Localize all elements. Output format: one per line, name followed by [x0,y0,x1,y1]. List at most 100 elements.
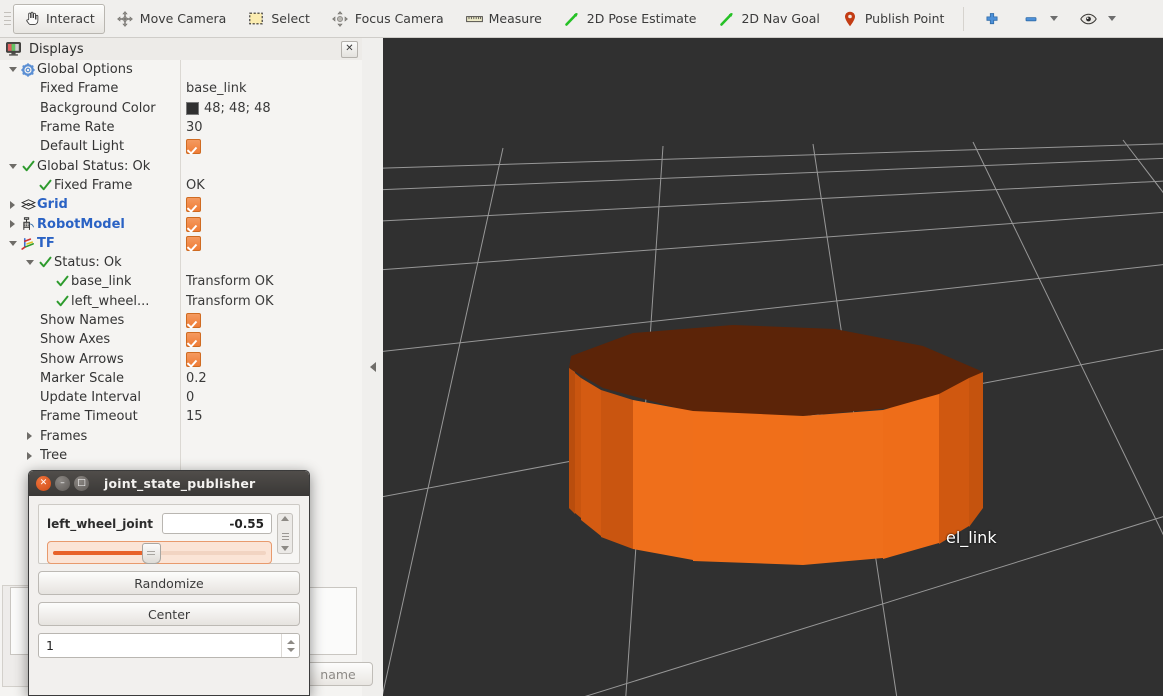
displays-tree-row[interactable]: TF [0,234,362,253]
joint-slider[interactable] [47,541,272,564]
displays-tree-row[interactable]: Update Interval 0 [0,388,362,407]
checkbox-checked-icon[interactable] [186,235,201,251]
checkbox-checked-icon[interactable] [186,351,201,367]
spinbox-buttons[interactable] [281,634,299,657]
displays-tree-row[interactable]: Fixed Frame base_link [0,79,362,98]
toolbar-button-2d-pose-estimate[interactable]: 2D Pose Estimate [554,4,707,34]
displays-row-value[interactable]: OK [186,176,205,195]
close-icon[interactable]: ✕ [341,40,358,58]
rate-spinbox-value[interactable]: 1 [39,638,281,653]
toolbar-button-select[interactable]: Select [238,4,320,34]
displays-tree-row[interactable]: Frame Timeout 15 [0,407,362,426]
expand-right-icon[interactable] [6,220,19,229]
scroll-down-icon[interactable] [281,546,289,551]
robot-body-mesh [569,325,983,565]
displays-tree-row[interactable]: Status: Ok [0,253,362,272]
window-minimize-icon[interactable]: – [55,476,70,491]
chevron-down-icon[interactable] [1050,16,1059,21]
toolbar-button-focus-camera[interactable]: Focus Camera [322,4,454,34]
toolbar-button-add-tool[interactable] [973,4,1010,34]
toolbar-button-2d-nav-goal[interactable]: 2D Nav Goal [708,4,829,34]
spin-down-icon[interactable] [286,647,295,652]
render-viewport-3d[interactable]: el_link [383,38,1163,696]
checkbox-checked-icon[interactable] [186,216,201,232]
expand-down-icon[interactable] [6,163,19,169]
displays-tree-row[interactable]: Tree [0,446,362,465]
expand-down-icon[interactable] [23,260,36,266]
displays-row-value[interactable] [186,311,201,330]
toolbar-label-2d-nav-goal: 2D Nav Goal [741,11,820,26]
displays-row-value[interactable] [186,195,201,214]
toolbar-button-views[interactable] [1070,4,1126,34]
robot-icon [19,217,37,231]
map-pin-icon [842,10,859,27]
displays-tree-row[interactable]: base_link Transform OK [0,272,362,291]
displays-row-value[interactable] [186,137,201,156]
displays-row-value[interactable] [186,349,201,368]
displays-row-value[interactable] [186,214,201,233]
center-button[interactable]: Center [38,602,300,626]
displays-tree-row[interactable]: Show Names [0,311,362,330]
window-close-icon[interactable]: ✕ [36,476,51,491]
displays-tree-row[interactable]: RobotModel [0,214,362,233]
displays-row-label: Show Names [40,313,125,328]
checkbox-checked-icon[interactable] [186,332,201,348]
rate-spinbox[interactable]: 1 [38,633,300,658]
toolbar-button-measure[interactable]: Measure [456,4,552,34]
displays-row-value[interactable]: Transform OK [186,292,274,311]
expand-down-icon[interactable] [6,240,19,246]
expand-down-icon[interactable] [6,67,19,73]
displays-row-label: Show Axes [40,332,111,348]
displays-row-value[interactable]: 15 [186,407,203,426]
displays-tree-row[interactable]: Show Axes [0,330,362,349]
displays-tree-row[interactable]: Background Color 48; 48; 48 [0,99,362,118]
window-maximize-icon[interactable]: □ [74,476,89,491]
toolbar-button-publish-point[interactable]: Publish Point [832,4,955,34]
displays-tree-row[interactable]: Marker Scale 0.2 [0,369,362,388]
randomize-button[interactable]: Randomize [38,571,300,595]
displays-tree-row[interactable]: Show Arrows [0,349,362,368]
expand-right-icon[interactable] [6,200,19,209]
displays-row-value[interactable]: Transform OK [186,272,274,291]
spin-up-icon[interactable] [286,639,295,644]
scrollbar-grip[interactable] [281,533,289,534]
displays-row-value[interactable]: 30 [186,118,203,137]
displays-tree-row[interactable]: Global Status: Ok [0,156,362,175]
displays-tree-row[interactable]: Frame Rate 30 [0,118,362,137]
displays-tree-row[interactable]: Grid [0,195,362,214]
expand-right-icon[interactable] [23,451,36,460]
toolbar-button-remove-tool[interactable] [1012,4,1068,34]
displays-tree-row[interactable]: Default Light [0,137,362,156]
displays-row-label: Frames [40,428,88,444]
displays-row-value[interactable]: base_link [186,79,246,98]
displays-row-value[interactable]: 0 [186,388,194,407]
joint-value-field[interactable]: -0.55 [161,513,272,534]
checkbox-checked-icon[interactable] [186,313,201,328]
grid-icon [19,199,37,210]
displays-row-label: Background Color [40,100,156,116]
rename-button[interactable]: name [303,662,373,686]
checkbox-checked-icon[interactable] [186,139,201,155]
toolbar-button-move-camera[interactable]: Move Camera [107,4,237,34]
toolbar-grip[interactable] [2,7,12,31]
collapse-left-icon[interactable] [369,362,376,372]
dialog-titlebar[interactable]: ✕ – □ joint_state_publisher [29,471,309,496]
chevron-down-icon[interactable] [1108,16,1117,21]
displays-tree-row[interactable]: Global Options [0,60,362,79]
displays-tree-row[interactable]: Frames [0,427,362,446]
slider-handle[interactable] [141,543,161,564]
displays-row-value[interactable] [186,234,201,253]
displays-row-value[interactable] [186,330,201,349]
displays-row-value[interactable]: 0.2 [186,369,207,388]
checkbox-checked-icon[interactable] [186,197,201,213]
displays-row-value[interactable]: 48; 48; 48 [186,99,271,118]
color-swatch[interactable] [186,101,199,115]
scroll-up-icon[interactable] [281,516,289,521]
panel-collapse-strip[interactable] [362,38,383,696]
displays-tree-row[interactable]: left_wheel... Transform OK [0,292,362,311]
joint-list-scrollbar[interactable] [277,513,293,554]
displays-row-label: Global Status: Ok [37,158,151,174]
displays-tree-row[interactable]: Fixed Frame OK [0,176,362,195]
toolbar-button-interact[interactable]: Interact [13,3,105,34]
expand-right-icon[interactable] [23,432,36,441]
